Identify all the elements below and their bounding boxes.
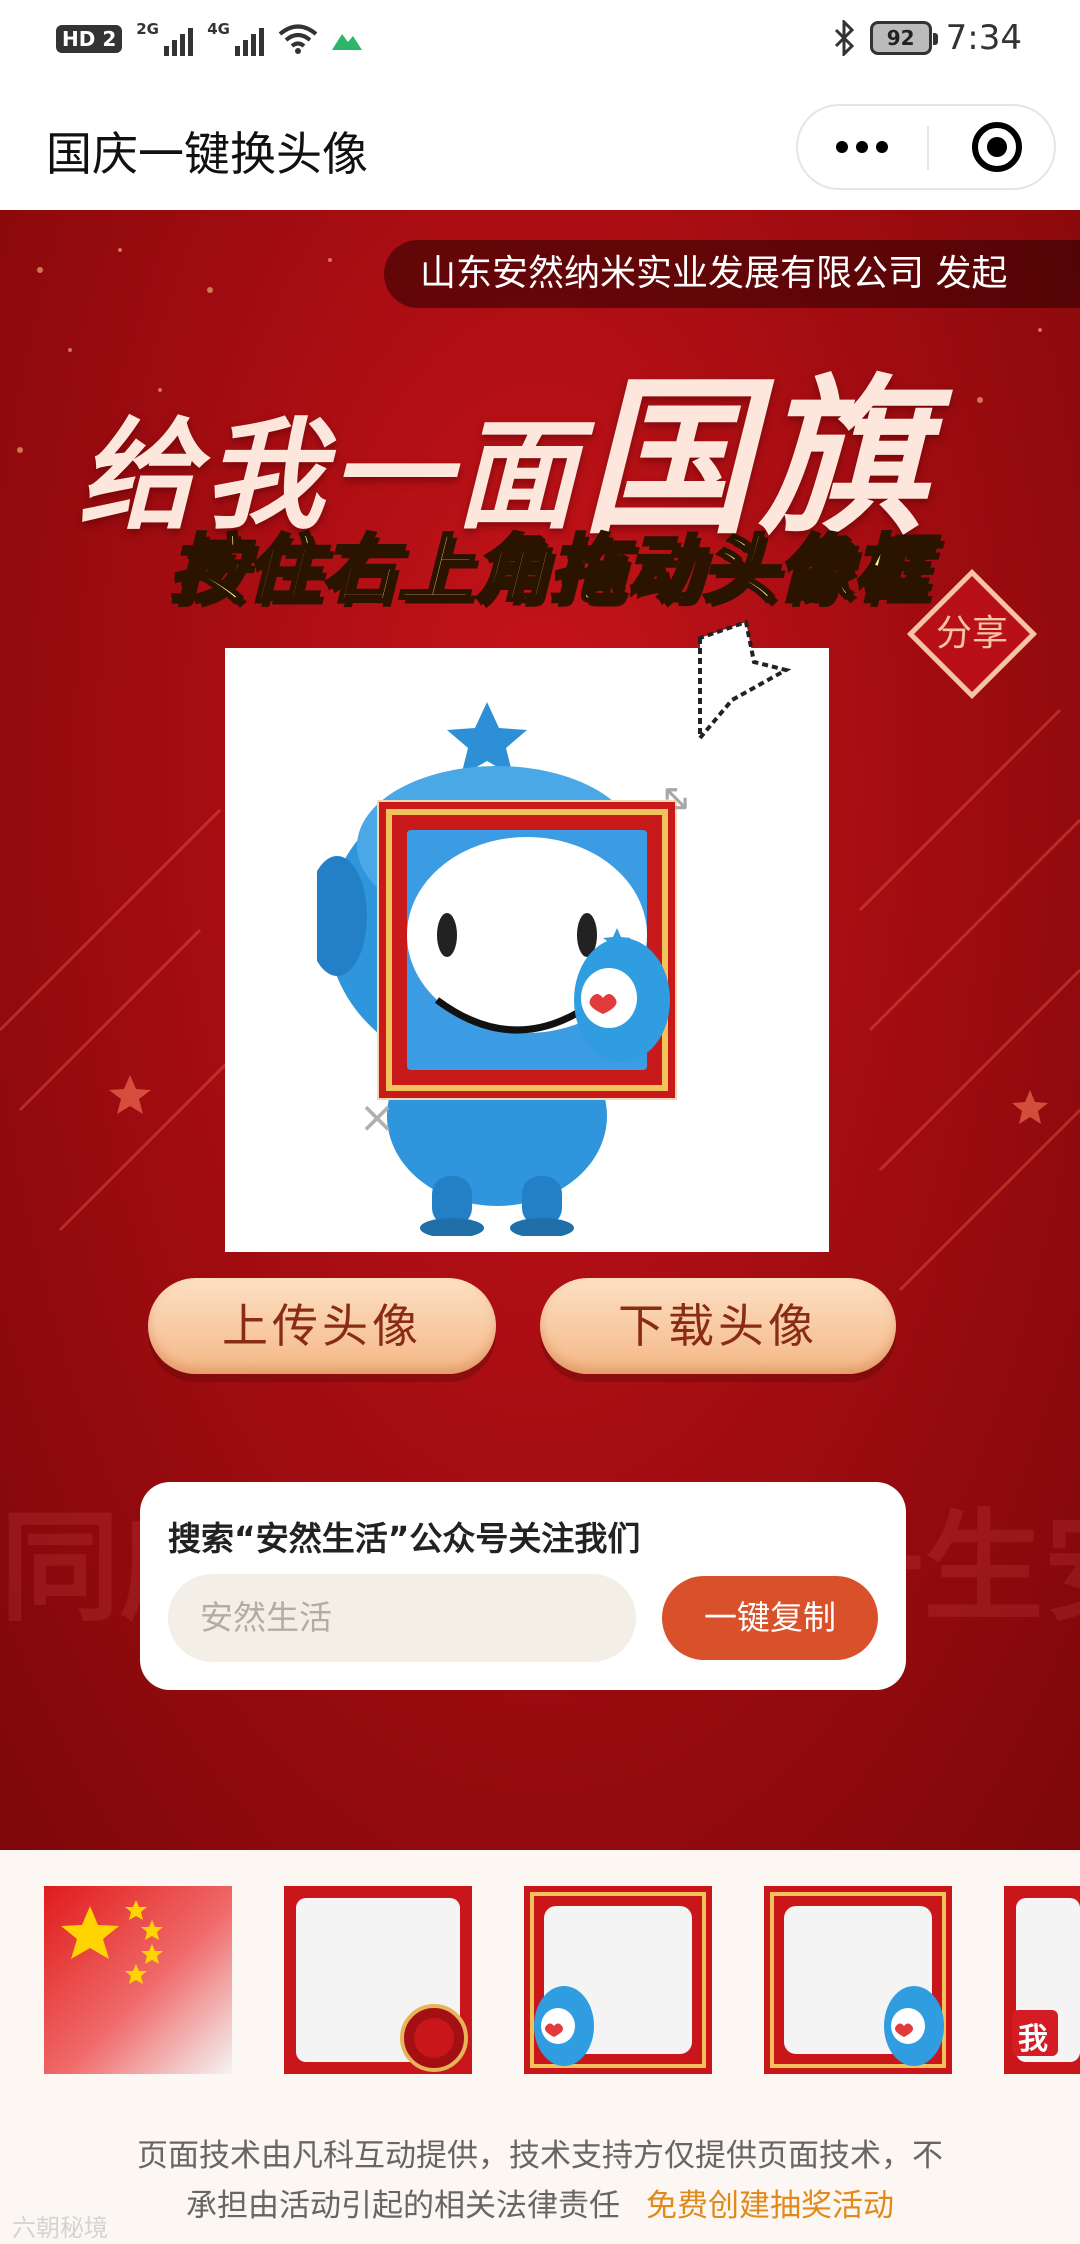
signal-2g-icon: 2G — [136, 20, 194, 56]
footer-disclaimer-line2-text: 承担由活动引起的相关法律责任 — [186, 2188, 620, 2224]
hero-banner: 山东安然纳米实业发展有限公司 发起 给我一面国旗 按住右上角拖动头像框 分享 同… — [0, 210, 1080, 1850]
drag-hint-pointer-icon — [698, 619, 792, 744]
wifi-icon — [278, 24, 318, 54]
bluetooth-icon — [834, 20, 854, 56]
frame-thumb-centenary-badge[interactable] — [284, 1886, 472, 2074]
battery-icon: 92 — [869, 21, 938, 55]
follow-title: 搜索“安然生活”公众号关注我们 — [168, 1519, 641, 1558]
frame-thumb-national-flag[interactable] — [44, 1886, 232, 2074]
download-avatar-button[interactable]: 下载头像 — [540, 1278, 896, 1374]
upload-avatar-button[interactable]: 上传头像 — [148, 1278, 496, 1374]
copy-button[interactable]: 一键复制 — [662, 1576, 878, 1660]
clock: 7:34 — [945, 18, 1022, 58]
account-name-field[interactable]: 安然生活 — [168, 1574, 636, 1662]
hd-badge: HD 2 — [56, 25, 123, 53]
avatar-frame-overlay[interactable] — [377, 800, 677, 1100]
footer: 页面技术由凡科互动提供，技术支持方仅提供页面技术，不 承担由活动引起的相关法律责… — [0, 2112, 1080, 2244]
footer-disclaimer-line1: 页面技术由凡科互动提供，技术支持方仅提供页面技术，不 — [137, 2138, 943, 2174]
status-right: 92 7:34 — [832, 18, 1022, 58]
status-bar: HD 2 2G 4G 92 7:34 — [0, 0, 1080, 80]
signal-4g-icon: 4G — [207, 20, 265, 56]
frame-thumb-mascot-a[interactable] — [524, 1886, 712, 2074]
mountain-app-icon — [332, 34, 363, 50]
create-lottery-link[interactable]: 免费创建抽奖活动 — [646, 2188, 894, 2224]
mini-program-capsule — [796, 104, 1056, 190]
capsule-divider — [927, 126, 929, 170]
follow-account-card: 搜索“安然生活”公众号关注我们 安然生活 一键复制 — [140, 1482, 906, 1690]
frame-selector-strip[interactable]: 我 — [0, 1850, 1080, 2112]
drag-instruction: 按住右上角拖动头像框 — [169, 526, 930, 615]
more-menu-icon[interactable] — [798, 106, 926, 188]
page-title: 国庆一键换头像 — [46, 127, 368, 181]
frame-thumb-mascot-b[interactable] — [764, 1886, 952, 2074]
frame-thumb-wo-ai-text: 我 — [1018, 2022, 1048, 2057]
close-program-icon[interactable] — [972, 122, 1022, 172]
sponsor-banner: 山东安然纳米实业发展有限公司 发起 — [384, 240, 1080, 308]
watermark: 六朝秘境 — [12, 2214, 108, 2242]
nav-bar: 国庆一键换头像 — [0, 80, 1080, 210]
status-indicators: HD 2 2G 4G — [56, 20, 363, 56]
footer-disclaimer-line2: 承担由活动引起的相关法律责任 免费创建抽奖活动 — [0, 2180, 1080, 2225]
frame-remove-icon[interactable]: × — [357, 1096, 397, 1140]
frame-thumb-wo-ai[interactable]: 我 — [1004, 1886, 1080, 2074]
